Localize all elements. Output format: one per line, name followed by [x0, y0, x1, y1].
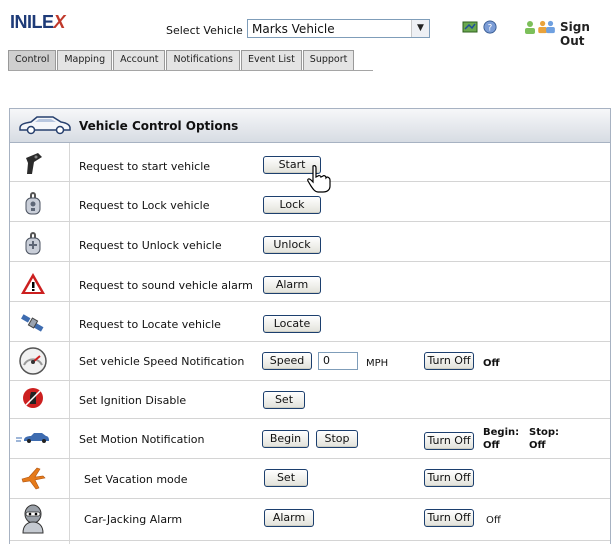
help-icon[interactable]: ?	[482, 20, 498, 34]
row-label: Request to Unlock vehicle	[79, 239, 222, 252]
row-separator	[10, 540, 610, 541]
motion-begin-button[interactable]: Begin	[262, 430, 309, 448]
row-label: Request to start vehicle	[79, 160, 211, 173]
alarm-button[interactable]: Alarm	[263, 276, 321, 294]
speed-limit-input[interactable]: 0	[318, 352, 358, 370]
speed-button[interactable]: Speed	[262, 352, 312, 370]
vehicle-select-value: Marks Vehicle	[252, 22, 335, 36]
masked-person-icon	[22, 504, 44, 534]
carjack-alarm-button[interactable]: Alarm	[264, 509, 314, 527]
icon-column-divider	[69, 143, 70, 544]
tab-event-list[interactable]: Event List	[240, 50, 302, 71]
hand-cursor-icon	[307, 165, 331, 193]
row-label: Set vehicle Speed Notification	[79, 355, 245, 368]
row-separator	[10, 380, 610, 381]
logo-text: INILE	[10, 12, 54, 32]
airplane-icon	[21, 467, 46, 490]
vehicle-select[interactable]: Marks Vehicle ▼	[247, 19, 430, 38]
unlock-button[interactable]: Unlock	[263, 236, 321, 254]
motion-stop-label: Stop:	[529, 427, 560, 438]
row-label: Request to Locate vehicle	[79, 318, 221, 331]
motion-stop-status: Off	[529, 440, 546, 451]
lock-fob-icon	[25, 192, 41, 215]
carjack-status: Off	[486, 515, 501, 526]
speed-unit-label: MPH	[366, 358, 389, 369]
row-label: Request to sound vehicle alarm	[79, 279, 253, 292]
tab-account[interactable]: Account	[113, 50, 166, 71]
row-label: Car-Jacking Alarm	[84, 513, 183, 526]
car-motion-icon	[16, 433, 49, 443]
warning-triangle-icon	[21, 273, 45, 294]
row-separator	[10, 418, 610, 419]
select-vehicle-label: Select Vehicle	[166, 24, 243, 37]
row-separator	[10, 458, 610, 459]
key-remote-icon	[26, 153, 42, 174]
main-tabs: Control Mapping Account Notifications Ev…	[8, 50, 355, 71]
row-label: Set Ignition Disable	[79, 394, 187, 407]
inilex-logo: INILEX	[10, 12, 66, 33]
map-icon[interactable]	[462, 20, 478, 34]
vacation-set-button[interactable]: Set	[264, 469, 308, 487]
row-separator	[10, 261, 610, 262]
sign-out-link[interactable]: Sign Out	[560, 20, 615, 48]
logo-x: X	[53, 12, 66, 32]
row-label: Request to Lock vehicle	[79, 199, 210, 212]
ignition-disable-icon	[23, 388, 43, 408]
lock-button[interactable]: Lock	[263, 196, 321, 214]
tab-notifications[interactable]: Notifications	[166, 50, 240, 71]
row-label: Set Motion Notification	[79, 433, 205, 446]
speedometer-icon	[19, 347, 47, 375]
speed-status: Off	[483, 358, 500, 369]
motion-stop-button[interactable]: Stop	[316, 430, 358, 448]
row-separator	[10, 221, 610, 222]
locate-button[interactable]: Locate	[263, 315, 321, 333]
motion-begin-status: Off	[483, 440, 500, 451]
vacation-turn-off-button[interactable]: Turn Off	[424, 469, 474, 487]
sign-out-icon[interactable]	[536, 20, 558, 34]
ignition-set-button[interactable]: Set	[263, 391, 305, 409]
panel-title: Vehicle Control Options	[79, 119, 239, 133]
row-separator	[10, 301, 610, 302]
svg-text:?: ?	[488, 24, 493, 34]
motion-turn-off-button[interactable]: Turn Off	[424, 432, 474, 450]
motion-begin-label: Begin:	[483, 427, 520, 438]
tab-support[interactable]: Support	[302, 50, 355, 71]
car-icon	[19, 116, 71, 135]
row-separator	[10, 341, 610, 342]
tab-control[interactable]: Control	[8, 50, 57, 71]
tab-mapping[interactable]: Mapping	[57, 50, 113, 71]
tab-divider	[8, 70, 373, 71]
satellite-icon	[21, 314, 44, 332]
speed-turn-off-button[interactable]: Turn Off	[424, 352, 474, 370]
carjack-turn-off-button[interactable]: Turn Off	[424, 509, 474, 527]
chevron-down-icon[interactable]: ▼	[411, 20, 429, 37]
unlock-fob-icon	[25, 232, 41, 255]
row-label: Set Vacation mode	[84, 473, 188, 486]
row-separator	[10, 498, 610, 499]
